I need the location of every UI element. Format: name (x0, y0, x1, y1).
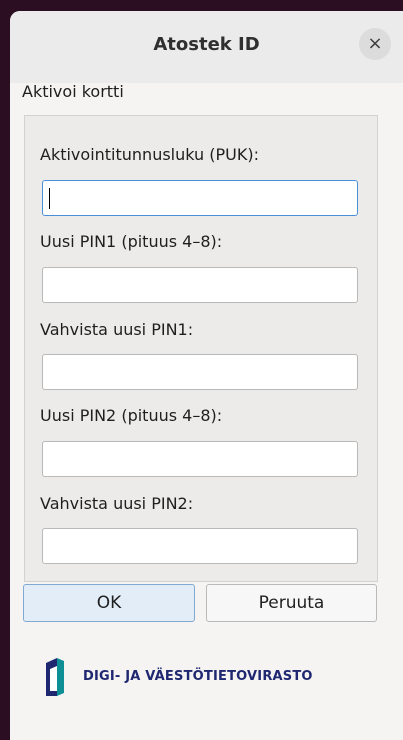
confirm-pin1-input[interactable] (42, 354, 358, 390)
confirm-pin2-input[interactable] (42, 528, 358, 564)
new-pin1-input[interactable] (42, 267, 358, 303)
new-pin2-label: Uusi PIN2 (pituus 4–8): (40, 406, 223, 425)
title-bar: Atostek ID × (10, 11, 403, 83)
close-button[interactable]: × (359, 28, 391, 60)
window-title: Atostek ID (153, 34, 260, 55)
confirm-pin2-label: Vahvista uusi PIN2: (40, 494, 194, 513)
close-icon: × (367, 33, 383, 54)
new-pin2-input[interactable] (42, 441, 358, 477)
new-pin1-label: Uusi PIN1 (pituus 4–8): (40, 232, 223, 251)
org-name: DIGI- JA VÄESTÖTIETOVIRASTO (83, 669, 313, 684)
puk-input[interactable] (42, 180, 358, 216)
confirm-pin1-label: Vahvista uusi PIN1: (40, 320, 194, 339)
ok-button[interactable]: OK (23, 584, 195, 622)
puk-label: Aktivointitunnusluku (PUK): (40, 145, 259, 164)
dvv-logo-icon (46, 658, 64, 696)
group-title: Aktivoi kortti (22, 82, 124, 101)
text-cursor (49, 188, 50, 209)
cancel-button[interactable]: Peruuta (206, 584, 377, 622)
dvv-logo: DIGI- JA VÄESTÖTIETOVIRASTO (40, 657, 370, 697)
